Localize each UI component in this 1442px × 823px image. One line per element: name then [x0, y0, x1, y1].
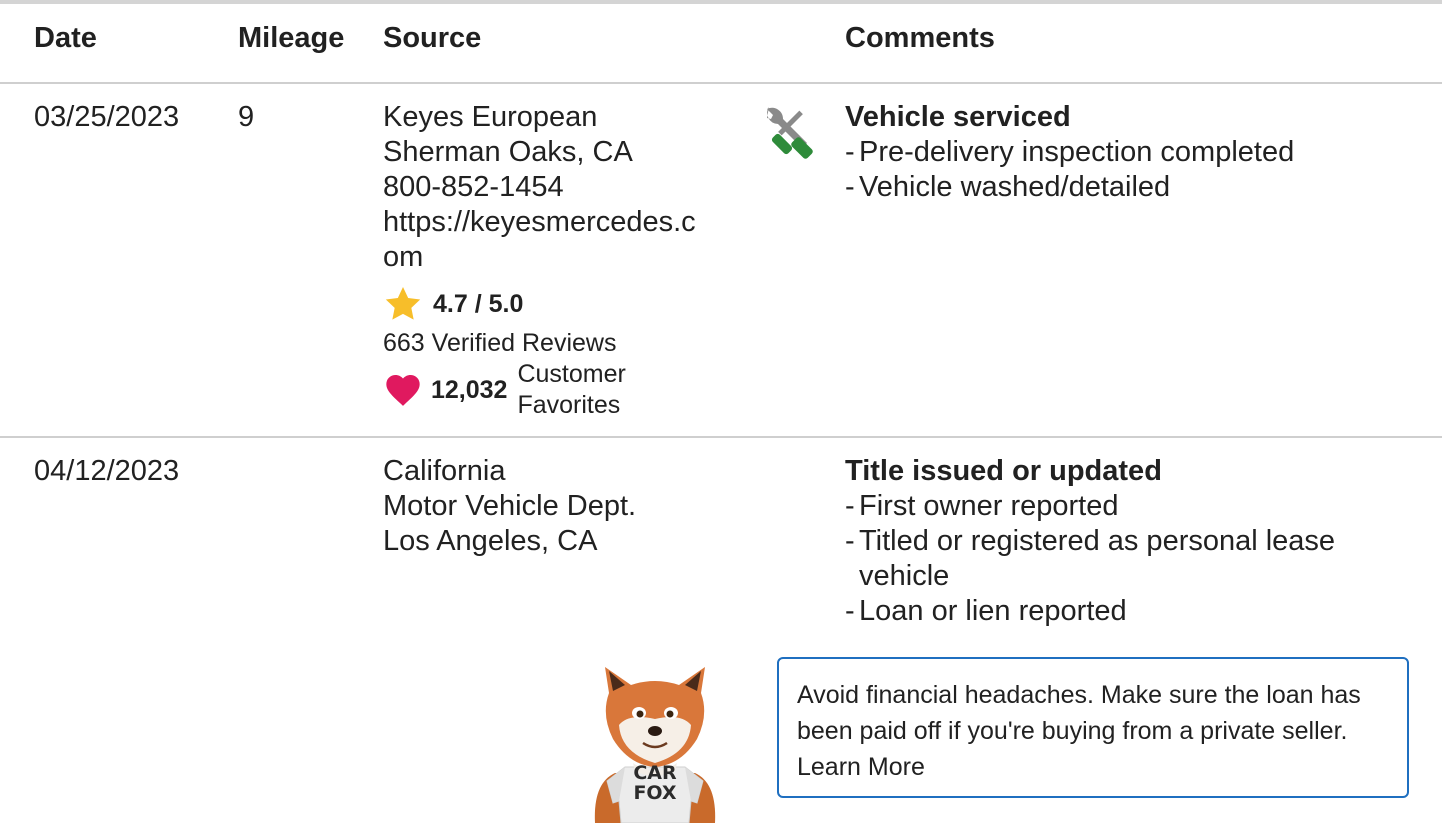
heart-icon: [386, 375, 420, 406]
source-phone[interactable]: 800-852-1454: [383, 170, 696, 205]
comment-title: Vehicle serviced: [845, 101, 1071, 133]
service-tools-icon: [767, 107, 813, 159]
comment-item: - Vehicle washed/detailed: [845, 171, 1171, 203]
comment-item-text: Vehicle washed/detailed: [859, 171, 1171, 203]
comment-item: - First owner reported: [845, 490, 1119, 522]
source-agency: Motor Vehicle Dept.: [383, 490, 637, 522]
comment-item: - Loan or lien reported: [845, 595, 1127, 627]
row-divider: [0, 436, 1442, 438]
carfox-mascot-image: CAR FOX: [594, 667, 716, 823]
column-header-date: Date: [34, 22, 97, 54]
rating-value: 4.7 / 5.0: [433, 289, 524, 318]
shirt-text-line1: CAR: [633, 762, 677, 784]
source-name: California: [383, 455, 506, 487]
tip-box: Avoid financial headaches. Make sure the…: [777, 657, 1409, 798]
learn-more-link[interactable]: Learn More: [797, 753, 925, 781]
row-date: 03/25/2023: [34, 101, 180, 133]
header-divider: [0, 82, 1442, 84]
row-date: 04/12/2023: [34, 455, 180, 487]
row-comments: Title issued or updated - First owner rep…: [845, 454, 1399, 629]
row-source: Keyes European Sherman Oaks, CA 800-852-…: [383, 100, 696, 275]
comment-item-text: Titled or registered as personal lease v…: [859, 525, 1336, 592]
row-mileage: 9: [238, 101, 255, 133]
favorites-count: 12,032: [431, 375, 508, 404]
comment-item: - Pre-delivery inspection completed: [845, 136, 1295, 168]
source-website-link-cont[interactable]: om: [383, 240, 696, 275]
source-location: Sherman Oaks, CA: [383, 136, 633, 168]
comment-item-text: Pre-delivery inspection completed: [859, 136, 1295, 168]
comment-item-text: Loan or lien reported: [859, 595, 1127, 627]
favorites-label: Customer Favorites: [517, 359, 625, 421]
comment-item: - Titled or registered as personal lease …: [845, 524, 1399, 594]
favorites-label-line2: Favorites: [517, 391, 621, 419]
column-header-source: Source: [383, 22, 482, 54]
dealer-rating[interactable]: 4.7 / 5.0: [383, 284, 523, 324]
source-website-link[interactable]: https://keyesmercedes.c: [383, 205, 696, 240]
favorites-label-line1: Customer: [517, 360, 626, 388]
row-source: California Motor Vehicle Dept. Los Angel…: [383, 454, 636, 559]
shirt-text-line2: FOX: [633, 782, 676, 804]
verified-reviews-link[interactable]: 663 Verified Reviews: [383, 327, 616, 359]
source-name[interactable]: Keyes European: [383, 100, 696, 135]
comment-title: Title issued or updated: [845, 455, 1162, 487]
tip-text: Avoid financial headaches. Make sure the…: [797, 681, 1361, 745]
top-border: [0, 0, 1442, 4]
row-comments: Vehicle serviced - Pre-delivery inspectio…: [845, 100, 1294, 205]
star-icon: [385, 287, 421, 320]
comment-item-text: First owner reported: [859, 490, 1119, 522]
customer-favorites: 12,032 Customer Favorites: [383, 358, 626, 422]
source-location: Los Angeles, CA: [383, 525, 598, 557]
column-header-mileage: Mileage: [238, 22, 345, 54]
column-header-comments: Comments: [845, 22, 995, 54]
